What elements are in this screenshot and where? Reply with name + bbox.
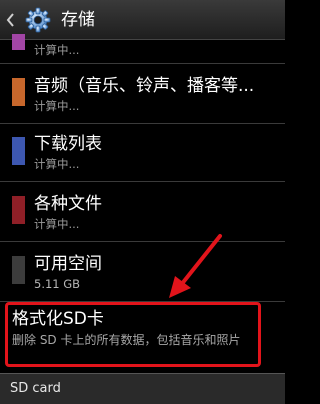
storage-item-misc-files[interactable]: 各种文件 计算中... [0, 182, 285, 242]
storage-item-title: 音频（音乐、铃声、播客等... [34, 76, 255, 96]
gear-icon[interactable] [25, 7, 51, 33]
annotation-arrow-icon [169, 234, 222, 298]
storage-item-subtitle: 计算中... [34, 157, 80, 171]
color-swatch [12, 34, 25, 50]
annotation-highlight-box [5, 302, 261, 367]
storage-item-title: 下载列表 [34, 134, 102, 154]
color-swatch [12, 78, 25, 106]
action-bar: 存储 [0, 0, 285, 40]
color-swatch [12, 196, 25, 224]
section-footer: SD card [0, 373, 285, 404]
footer-label: SD card [10, 381, 61, 396]
storage-item-audio[interactable]: 音频（音乐、铃声、播客等... 计算中... [0, 64, 285, 124]
storage-item-downloads[interactable]: 下载列表 计算中... [0, 124, 285, 182]
storage-item-subtitle: 计算中... [34, 43, 80, 57]
page-title: 存储 [61, 10, 95, 30]
storage-item-title: 各种文件 [34, 194, 102, 214]
storage-item-subtitle: 计算中... [34, 99, 80, 113]
color-swatch [12, 256, 25, 284]
color-swatch [12, 137, 25, 165]
storage-item-available-space[interactable]: 可用空间 5.11 GB [0, 242, 285, 302]
storage-item-subtitle: 5.11 GB [34, 277, 81, 291]
storage-item-top[interactable]: 计算中... [0, 34, 285, 64]
chevron-left-icon[interactable] [5, 12, 15, 28]
storage-item-title: 可用空间 [34, 254, 102, 274]
storage-item-subtitle: 计算中... [34, 217, 80, 231]
